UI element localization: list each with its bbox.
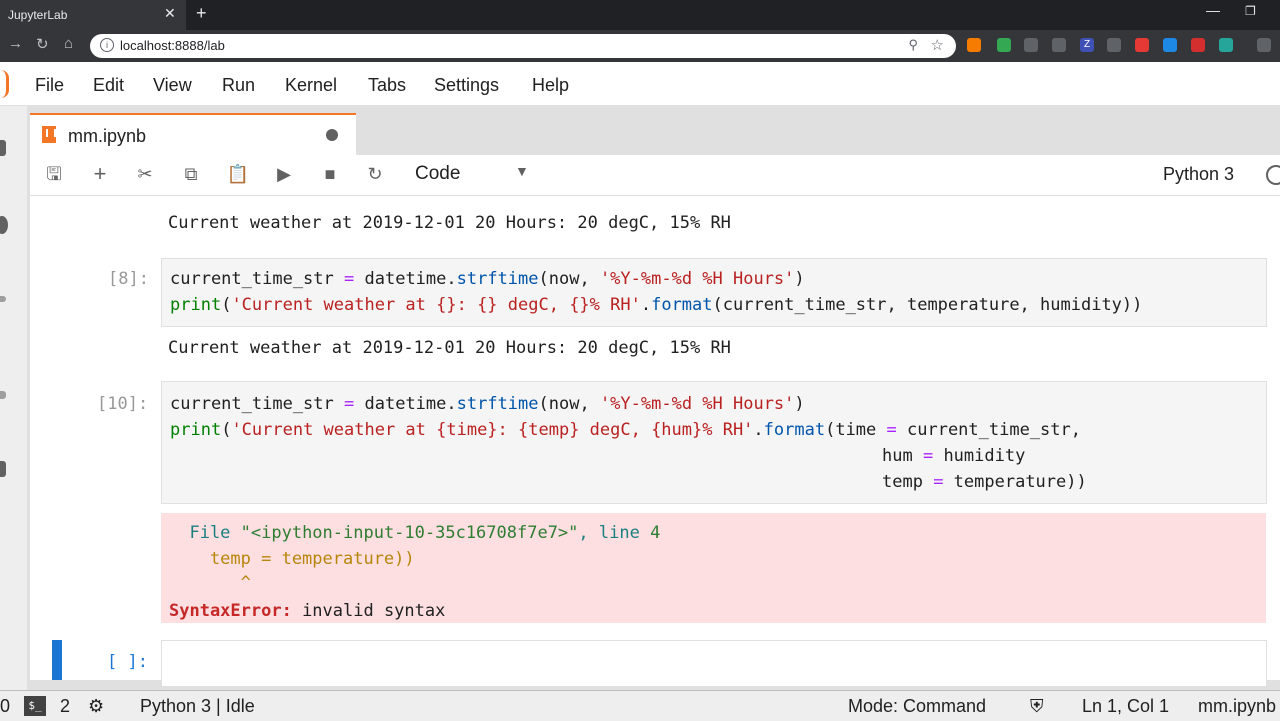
code-line: temp = temperature)) [882, 472, 1087, 492]
error-file-line: File "<ipython-input-10-35c16708f7e7>", … [169, 523, 661, 543]
reload-icon[interactable]: ↻ [36, 35, 49, 53]
extension-icon[interactable] [1135, 38, 1149, 52]
menu-run[interactable]: Run [222, 75, 255, 96]
unsaved-indicator-icon[interactable] [326, 129, 338, 141]
code-cell-8[interactable]: current_time_str = datetime.strftime(now… [161, 258, 1267, 327]
info-icon[interactable]: i [100, 38, 114, 52]
notebook-toolbar: 🖫 + ✂ ⧉ 📋 ▶ ■ ↻ Code ▼ Python 3 [30, 155, 1280, 196]
terminal-count: 2 [60, 696, 71, 716]
extension-icon[interactable] [1024, 38, 1038, 52]
browser-tab-title: JupyterLab [8, 8, 68, 22]
extension-icon[interactable] [1107, 38, 1121, 52]
notebook-icon [42, 126, 56, 143]
kernel-status-icon [1266, 165, 1280, 185]
property-inspector-icon[interactable] [0, 391, 6, 399]
menu-tabs[interactable]: Tabs [368, 75, 406, 96]
left-sidebar [0, 106, 27, 690]
shield-icon[interactable]: ⛨ [1030, 696, 1044, 717]
url-input[interactable]: i localhost:8888/lab ⚲ ☆ [90, 34, 956, 58]
cell-prompt: [10]: [97, 394, 149, 414]
extension-icon[interactable] [997, 38, 1011, 52]
cell-prompt: [ ]: [107, 652, 148, 672]
save-icon[interactable]: 🖫 [42, 162, 66, 186]
commands-icon[interactable] [0, 296, 6, 302]
active-cell-indicator [52, 640, 62, 680]
code-cell-10[interactable]: current_time_str = datetime.strftime(now… [161, 381, 1267, 504]
folder-icon[interactable] [0, 140, 6, 156]
jupyter-logo [0, 70, 9, 98]
tabs-icon[interactable] [0, 461, 6, 477]
browser-tab-bar: JupyterLab ✕ + — ❐ [0, 0, 1280, 30]
menu-kernel[interactable]: Kernel [285, 75, 337, 96]
menu-settings[interactable]: Settings [434, 75, 499, 96]
menu-help[interactable]: Help [532, 75, 569, 96]
restart-icon[interactable]: ↻ [363, 162, 387, 186]
zoom-icon[interactable]: ⚲ [908, 37, 918, 53]
restore-icon[interactable]: ❐ [1245, 4, 1256, 18]
cut-icon[interactable]: ✂ [133, 162, 157, 186]
paste-icon[interactable]: 📋 [226, 162, 250, 186]
cell-output: Current weather at 2019-12-01 20 Hours: … [168, 213, 731, 233]
stop-icon[interactable]: ■ [318, 162, 342, 186]
extension-icon[interactable] [967, 38, 981, 52]
url-text: localhost:8888/lab [120, 38, 225, 53]
menu-bar: File Edit View Run Kernel Tabs Settings … [0, 62, 1280, 106]
notebook-tab-title: mm.ipynb [68, 126, 147, 146]
code-line: hum = humidity [882, 446, 1026, 466]
notebook-tab[interactable]: mm.ipynb [30, 113, 356, 157]
address-bar: → ↻ ⌂ i localhost:8888/lab ⚲ ☆ Z [0, 30, 1280, 62]
code-line: print('Current weather at {time}: {temp}… [170, 420, 1081, 440]
status-bar: 0 $_ 2 ⚙ Python 3 | Idle Mode: Command ⛨… [0, 690, 1280, 721]
copy-icon[interactable]: ⧉ [179, 162, 203, 186]
bookmark-star-icon[interactable]: ☆ [931, 36, 944, 54]
home-icon[interactable]: ⌂ [64, 35, 73, 52]
extension-icon[interactable] [1219, 38, 1233, 52]
gear-icon[interactable]: ⚙ [88, 696, 104, 717]
terminal-icon[interactable]: $_ [24, 696, 46, 716]
cell-type-value: Code [415, 163, 461, 184]
error-output: File "<ipython-input-10-35c16708f7e7>", … [161, 513, 1266, 623]
run-icon[interactable]: ▶ [272, 162, 296, 186]
code-line: current_time_str = datetime.strftime(now… [170, 269, 805, 289]
running-icon[interactable] [0, 216, 8, 234]
menu-edit[interactable]: Edit [93, 75, 124, 96]
cell-prompt: [8]: [108, 269, 149, 289]
status-left-count: 0 [0, 696, 11, 716]
error-message: SyntaxError: invalid syntax [169, 601, 446, 621]
menu-view[interactable]: View [153, 75, 192, 96]
status-filename: mm.ipynb [1198, 696, 1277, 716]
extension-icon[interactable] [1163, 38, 1177, 52]
mode-indicator[interactable]: Mode: Command [848, 696, 986, 717]
kernel-name[interactable]: Python 3 [1163, 164, 1234, 185]
cell-output: Current weather at 2019-12-01 20 Hours: … [168, 338, 731, 358]
extension-icon[interactable] [1052, 38, 1066, 52]
kernel-state[interactable]: Python 3 | Idle [140, 696, 255, 717]
code-line: print('Current weather at {}: {} degC, {… [170, 295, 1143, 315]
extension-icon[interactable] [1257, 38, 1271, 52]
extension-icon[interactable] [1191, 38, 1205, 52]
empty-code-cell[interactable] [161, 640, 1267, 687]
cell-type-select[interactable]: Code ▼ [415, 163, 545, 187]
minimize-icon[interactable]: — [1206, 2, 1220, 18]
new-tab-icon[interactable]: + [196, 3, 207, 24]
add-cell-icon[interactable]: + [88, 162, 112, 186]
extension-icon[interactable]: Z [1080, 38, 1094, 52]
error-code-line: temp = temperature)) [169, 549, 415, 569]
error-caret: ^ [169, 573, 251, 593]
close-tab-icon[interactable]: ✕ [164, 5, 176, 22]
menu-file[interactable]: File [35, 75, 64, 96]
code-line: current_time_str = datetime.strftime(now… [170, 394, 805, 414]
cursor-position[interactable]: Ln 1, Col 1 [1082, 696, 1169, 717]
browser-tab[interactable]: JupyterLab ✕ [0, 0, 186, 30]
chevron-down-icon: ▼ [515, 163, 529, 179]
forward-icon[interactable]: → [8, 35, 23, 52]
